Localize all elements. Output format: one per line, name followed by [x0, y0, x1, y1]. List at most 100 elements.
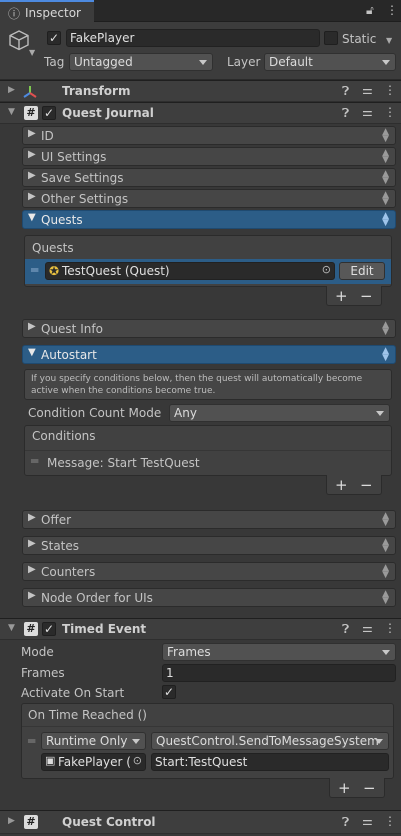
- help-box: If you specify conditions below, then th…: [24, 369, 392, 400]
- event-panel: On Time Reached () ═ Runtime Only QuestC…: [21, 703, 394, 779]
- timed-event-header[interactable]: ▼ # ✓ Timed Event ❓︎ ⚌ ⋮: [0, 618, 401, 640]
- list-header: Conditions: [32, 429, 96, 443]
- info-icon: ⓘ: [8, 7, 21, 21]
- activate-on-start-label: Activate On Start: [21, 686, 125, 700]
- name-field[interactable]: FakePlayer: [66, 29, 320, 47]
- gameobject-header: ▼ ✓ FakePlayer Static ▼ Tag Untagged Lay…: [0, 22, 401, 80]
- fold-arrow-icon: ▶: [28, 191, 36, 202]
- frames-label: Frames: [21, 666, 65, 680]
- runtime-dropdown[interactable]: Runtime Only: [41, 732, 146, 750]
- fold-arrow-icon: ▶: [28, 149, 36, 160]
- argument-field[interactable]: Start:TestQuest: [151, 753, 389, 771]
- foldout-counters[interactable]: ▶ Counters ▲ ▼: [22, 562, 396, 581]
- updown-icon: ▲ ▼: [382, 148, 389, 165]
- foldout-autostart[interactable]: ▼ Autostart ▲ ▼: [22, 345, 396, 364]
- fold-arrow-icon: ▶: [28, 128, 36, 139]
- drag-handle-icon[interactable]: ═: [31, 454, 38, 468]
- drag-handle-icon[interactable]: ═: [28, 734, 35, 748]
- foldout-node-order[interactable]: ▶ Node Order for UIs ▲ ▼: [22, 588, 396, 607]
- settings-sliders-icon[interactable]: ⚌: [362, 105, 373, 119]
- kebab-menu-icon[interactable]: ⋮: [386, 3, 398, 17]
- list-header: Quests: [32, 241, 74, 255]
- quest-object-field[interactable]: ✪ TestQuest (Quest) ⊙: [45, 262, 335, 280]
- target-object-field[interactable]: ▣ FakePlayer ( ⊙: [41, 753, 146, 771]
- static-dropdown-icon[interactable]: ▼: [386, 36, 392, 45]
- tab-inspector[interactable]: ⓘ Inspector: [0, 0, 94, 22]
- updown-icon: ▲ ▼: [382, 190, 389, 207]
- layer-dropdown[interactable]: Default: [264, 53, 396, 71]
- frames-field[interactable]: 1: [162, 664, 396, 682]
- object-picker-icon[interactable]: ⊙: [132, 754, 142, 767]
- drag-handle-icon[interactable]: ═: [31, 263, 38, 277]
- chevron-down-icon: [382, 60, 390, 65]
- fold-arrow-icon: ▶: [28, 170, 36, 181]
- help-icon[interactable]: ❓︎: [342, 84, 349, 99]
- updown-icon: ▲ ▼: [382, 169, 389, 186]
- static-checkbox[interactable]: [324, 31, 338, 45]
- tag-dropdown[interactable]: Untagged: [69, 53, 213, 71]
- fold-arrow-icon[interactable]: ▼: [8, 107, 15, 117]
- conditions-list: Conditions ═ Message: Start TestQuest: [24, 425, 392, 476]
- foldout-id[interactable]: ▶ ID ▲ ▼: [22, 126, 396, 145]
- foldout-states[interactable]: ▶ States ▲ ▼: [22, 536, 396, 555]
- function-dropdown[interactable]: QuestControl.SendToMessageSystem: [151, 732, 389, 750]
- cube-icon: [9, 30, 29, 51]
- active-checkbox[interactable]: ✓: [47, 31, 61, 45]
- help-icon[interactable]: ❓︎: [342, 106, 349, 121]
- fold-arrow-icon[interactable]: ▶: [8, 85, 15, 95]
- fold-arrow-icon[interactable]: ▼: [8, 623, 15, 633]
- add-button[interactable]: +: [338, 779, 351, 797]
- list-item[interactable]: ═ Message: Start TestQuest: [25, 450, 391, 474]
- layer-label: Layer: [227, 55, 261, 69]
- help-icon[interactable]: ❓︎: [342, 815, 349, 830]
- chevron-down-icon: [376, 411, 384, 416]
- add-button[interactable]: +: [335, 287, 348, 305]
- chevron-down-icon: [199, 60, 207, 65]
- gameobject-icon: ▣: [45, 754, 56, 767]
- remove-button[interactable]: −: [360, 287, 373, 305]
- chevron-down-icon: [132, 739, 140, 744]
- settings-sliders-icon[interactable]: ⚌: [362, 814, 373, 828]
- updown-icon: ▲ ▼: [382, 537, 389, 554]
- condition-count-mode-dropdown[interactable]: Any: [169, 404, 390, 422]
- chevron-down-icon: [375, 739, 383, 744]
- edit-button[interactable]: Edit: [339, 262, 385, 280]
- fold-arrow-icon: ▶: [28, 590, 36, 601]
- kebab-menu-icon[interactable]: ⋮: [384, 814, 396, 828]
- condition-count-mode-label: Condition Count Mode: [28, 406, 162, 420]
- list-footer: + −: [326, 475, 382, 495]
- chevron-down-icon[interactable]: ▼: [29, 48, 35, 57]
- transform-header[interactable]: ▶ Transform ❓︎ ⚌ ⋮: [0, 80, 401, 102]
- settings-sliders-icon[interactable]: ⚌: [362, 621, 373, 635]
- help-icon[interactable]: ❓︎: [342, 622, 349, 637]
- quest-control-header[interactable]: ▶ # Quest Control ❓︎ ⚌ ⋮: [0, 810, 401, 834]
- remove-button[interactable]: −: [360, 476, 373, 494]
- foldout-quests[interactable]: ▼ Quests ▲ ▼: [22, 210, 396, 229]
- fold-arrow-icon: ▼: [28, 347, 36, 358]
- component-title: Transform: [62, 84, 131, 98]
- quest-journal-header[interactable]: ▼ # ✓ Quest Journal ❓︎ ⚌ ⋮: [0, 102, 401, 124]
- kebab-menu-icon[interactable]: ⋮: [384, 105, 396, 119]
- foldout-other-settings[interactable]: ▶ Other Settings ▲ ▼: [22, 189, 396, 208]
- activate-on-start-checkbox[interactable]: ✓: [162, 685, 176, 699]
- object-picker-icon[interactable]: ⊙: [322, 263, 331, 276]
- enabled-checkbox[interactable]: ✓: [42, 622, 56, 636]
- mode-dropdown[interactable]: Frames: [162, 643, 396, 661]
- list-footer: + −: [329, 778, 385, 798]
- foldout-ui-settings[interactable]: ▶ UI Settings ▲ ▼: [22, 147, 396, 166]
- settings-sliders-icon[interactable]: ⚌: [362, 83, 373, 97]
- tab-label: Inspector: [25, 6, 81, 20]
- list-item[interactable]: ═ ✪ TestQuest (Quest) ⊙ Edit: [25, 259, 391, 284]
- tab-bar: ⓘ Inspector 🔓︎ ⋮: [0, 0, 401, 22]
- foldout-save-settings[interactable]: ▶ Save Settings ▲ ▼: [22, 168, 396, 187]
- enabled-checkbox[interactable]: ✓: [42, 106, 56, 120]
- add-button[interactable]: +: [335, 476, 348, 494]
- kebab-menu-icon[interactable]: ⋮: [384, 621, 396, 635]
- remove-button[interactable]: −: [363, 779, 376, 797]
- foldout-offer[interactable]: ▶ Offer ▲ ▼: [22, 510, 396, 529]
- fold-arrow-icon[interactable]: ▶: [8, 816, 15, 826]
- kebab-menu-icon[interactable]: ⋮: [384, 83, 396, 97]
- lock-icon[interactable]: 🔓︎: [366, 3, 374, 18]
- foldout-quest-info[interactable]: ▶ Quest Info ▲ ▼: [22, 319, 396, 338]
- script-icon: #: [24, 815, 38, 829]
